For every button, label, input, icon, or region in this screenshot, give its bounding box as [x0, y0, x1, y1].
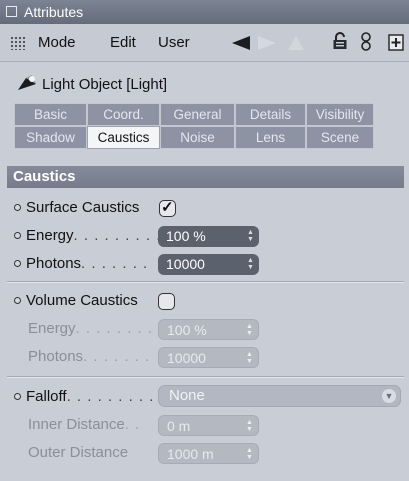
tab-caustics[interactable]: Caustics [87, 126, 160, 149]
leader-dots: . . [124, 416, 141, 433]
surface-energy-value: 100 % [166, 228, 206, 244]
tab-noise[interactable]: Noise [160, 126, 235, 149]
forward-arrow-icon[interactable] [256, 35, 278, 51]
falloff-value: None [169, 387, 205, 404]
surface-caustics-label: Surface Caustics [26, 199, 140, 216]
leader-dots: . . . . . . . [83, 348, 151, 365]
spinner-icon[interactable]: ▲ ▼ [246, 419, 253, 433]
window-title: Attributes [24, 4, 84, 20]
leader-dots: . . . . . . . [81, 255, 149, 272]
menu-user[interactable]: User [158, 34, 190, 51]
tab-basic[interactable]: Basic [14, 103, 87, 126]
animation-dot-icon[interactable] [14, 204, 21, 211]
falloff-row: Falloff. . . . . . . . . . [14, 386, 164, 408]
volume-energy-field[interactable]: 100 % ▲ ▼ [158, 319, 259, 340]
falloff-dropdown[interactable]: None ▼ [158, 385, 401, 407]
leader-dots: . . . . . . . . . . [66, 388, 165, 405]
tab-general[interactable]: General [160, 103, 235, 126]
animation-dot-icon[interactable] [14, 232, 21, 239]
object-title: Light Object [Light] [42, 76, 168, 93]
tab-lens[interactable]: Lens [235, 126, 306, 149]
section-title: Caustics [7, 166, 404, 188]
back-arrow-icon[interactable] [230, 35, 252, 51]
tab-coord[interactable]: Coord. [87, 103, 160, 126]
new-panel-icon[interactable] [388, 34, 404, 51]
tab-shadow[interactable]: Shadow [14, 126, 87, 149]
inner-distance-label: Inner Distance [28, 416, 125, 433]
spinner-icon[interactable]: ▲ ▼ [246, 351, 253, 365]
surface-caustics-checkbox[interactable]: ✓ [159, 199, 176, 217]
outer-distance-value: 1000 m [167, 446, 214, 462]
surface-energy-field[interactable]: 100 % ▲ ▼ [158, 226, 259, 247]
inner-distance-value: 0 m [167, 418, 191, 434]
energy-label: Energy [26, 227, 74, 244]
volume-energy-row: Energy. . . . . . . . . 100 % ▲ ▼ [14, 318, 404, 340]
inner-distance-field[interactable]: 0 m ▲ ▼ [158, 415, 259, 436]
checkmark-icon: ✓ [161, 199, 174, 216]
surface-photons-field[interactable]: 10000 ▲ ▼ [158, 254, 259, 275]
spinner-icon[interactable]: ▲ ▼ [246, 323, 253, 337]
volume-photons-row: Photons. . . . . . . 10000 ▲ ▼ [14, 346, 404, 368]
inner-distance-row: Inner Distance. . 0 m ▲ ▼ [14, 414, 404, 436]
link-icon[interactable] [360, 31, 372, 53]
tab-details[interactable]: Details [235, 103, 306, 126]
falloff-label: Falloff [26, 388, 67, 405]
animation-dot-icon[interactable] [14, 393, 21, 400]
leader-dots: . . . . . . . . . [73, 227, 162, 244]
lock-icon[interactable] [332, 31, 348, 51]
surface-energy-row: Energy. . . . . . . . . 100 % ▲ ▼ [14, 225, 404, 247]
menu-edit[interactable]: Edit [110, 34, 136, 51]
surface-caustics-row: Surface Caustics ✓ [14, 197, 404, 219]
surface-photons-row: Photons. . . . . . . 10000 ▲ ▼ [14, 253, 404, 275]
volume-photons-value: 10000 [167, 350, 206, 366]
spinner-icon[interactable]: ▲ ▼ [246, 447, 253, 461]
animation-dot-icon[interactable] [14, 297, 21, 304]
volume-caustics-label: Volume Caustics [26, 292, 138, 309]
volume-photons-field[interactable]: 10000 ▲ ▼ [158, 347, 259, 368]
divider [7, 376, 404, 378]
title-bar: Attributes [0, 0, 409, 24]
grip-icon[interactable] [10, 36, 26, 50]
up-arrow-icon[interactable] [286, 34, 306, 52]
chevron-down-icon: ▼ [382, 389, 396, 403]
outer-distance-field[interactable]: 1000 m ▲ ▼ [158, 443, 259, 464]
divider [7, 281, 404, 283]
volume-caustics-row: Volume Caustics [14, 290, 404, 312]
spinner-icon[interactable]: ▲ ▼ [247, 229, 254, 243]
photons-label: Photons [26, 255, 82, 272]
tab-scene[interactable]: Scene [306, 126, 374, 149]
surface-photons-value: 10000 [166, 256, 205, 272]
tab-visibility[interactable]: Visibility [306, 103, 374, 126]
leader-dots: . . . . . . . . . [75, 320, 164, 337]
object-header: Light Object [Light] [0, 62, 409, 106]
spinner-icon[interactable]: ▲ ▼ [247, 257, 254, 271]
outer-distance-row: Outer Distance 1000 m ▲ ▼ [14, 442, 404, 464]
animation-dot-icon[interactable] [14, 260, 21, 267]
volume-caustics-checkbox[interactable] [158, 293, 175, 310]
spotlight-icon [18, 75, 36, 90]
outer-distance-label: Outer Distance [28, 444, 129, 461]
menu-bar: Mode Edit User [0, 24, 409, 62]
photons-label: Photons [28, 348, 84, 365]
energy-label: Energy [28, 320, 76, 337]
menu-mode[interactable]: Mode [38, 34, 76, 51]
window-menu-icon[interactable] [6, 6, 17, 17]
volume-energy-value: 100 % [167, 322, 207, 338]
